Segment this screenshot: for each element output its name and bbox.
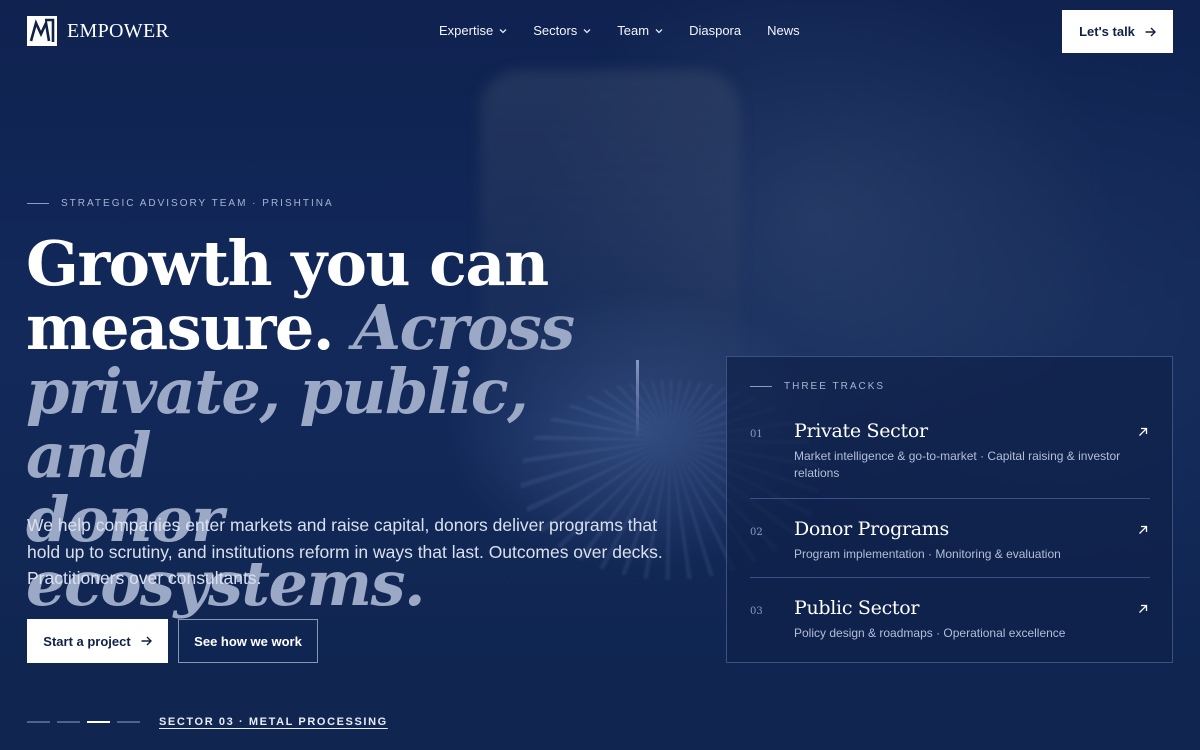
track-description: Market intelligence & go-to-market · Cap… (794, 449, 1121, 480)
brand-logo[interactable]: EMPOWER (27, 16, 169, 46)
track-private-sector[interactable]: 01 Private Sector Market intelligence & … (750, 419, 1150, 499)
lets-talk-button[interactable]: Let's talk (1062, 10, 1173, 53)
headline-line-2-accent: Across (353, 291, 575, 364)
slide-dot-3[interactable] (87, 721, 110, 723)
top-navigation: EMPOWER Expertise Sectors Team Diaspora … (0, 0, 1200, 64)
menu-item-sectors[interactable]: Sectors (533, 23, 591, 38)
track-donor-programs[interactable]: 02 Donor Programs Program implementation… (750, 498, 1150, 578)
menu-item-label: Diaspora (689, 23, 742, 38)
tracks-heading: THREE TRACKS (750, 381, 885, 392)
eyebrow-text: STRATEGIC ADVISORY TEAM · PRISHTINA (61, 198, 334, 209)
track-number: 02 (750, 527, 763, 538)
arrow-right-icon (1145, 27, 1156, 36)
slide-indicator: SECTOR 03 · METAL PROCESSING (27, 716, 388, 728)
menu-item-diaspora[interactable]: Diaspora (689, 23, 741, 38)
chevron-down-icon (499, 28, 507, 33)
track-number: 01 (750, 429, 763, 440)
track-number: 03 (750, 606, 763, 617)
see-how-label: See how we work (194, 633, 302, 649)
menu-item-news[interactable]: News (767, 23, 800, 38)
menu-item-expertise[interactable]: Expertise (439, 23, 507, 38)
chevron-down-icon (655, 28, 663, 33)
empower-logo-icon (27, 16, 57, 46)
track-public-sector[interactable]: 03 Public Sector Policy design & roadmap… (750, 577, 1150, 657)
arrow-up-right-icon (1139, 604, 1148, 613)
arrow-right-icon (141, 636, 152, 646)
track-title: Private Sector (794, 420, 928, 442)
track-description: Program implementation · Monitoring & ev… (794, 547, 1061, 561)
brand-name: EMPOWER (67, 19, 170, 42)
start-project-label: Start a project (43, 633, 131, 649)
track-title: Public Sector (794, 597, 920, 619)
tracks-heading-rule (750, 386, 772, 387)
menu-item-team[interactable]: Team (617, 23, 663, 38)
menu-item-label: News (767, 23, 800, 38)
hero-description: We help companies enter markets and rais… (27, 515, 663, 588)
arrow-up-right-icon (1139, 427, 1148, 436)
slide-dot-4[interactable] (117, 721, 140, 723)
current-slide-label[interactable]: SECTOR 03 · METAL PROCESSING (159, 716, 388, 728)
chevron-down-icon (583, 28, 591, 33)
headline-line-2-plain: measure. (26, 291, 334, 364)
menu-item-label: Expertise (439, 23, 494, 38)
arrow-up-right-icon (1139, 525, 1148, 534)
hero-eyebrow: STRATEGIC ADVISORY TEAM · PRISHTINA (27, 198, 334, 209)
slide-dot-1[interactable] (27, 721, 50, 723)
three-tracks-panel: THREE TRACKS 01 Private Sector Market in… (726, 356, 1173, 663)
slide-dot-2[interactable] (57, 721, 80, 723)
eyebrow-rule (27, 203, 49, 204)
menu-item-label: Sectors (533, 23, 578, 38)
track-description: Policy design & roadmaps · Operational e… (794, 626, 1066, 640)
main-menu: Expertise Sectors Team Diaspora News (439, 23, 800, 38)
start-project-button[interactable]: Start a project (27, 619, 168, 663)
menu-item-label: Team (617, 23, 650, 38)
see-how-we-work-button[interactable]: See how we work (178, 619, 318, 663)
headline-line-3: private, public, and (26, 355, 529, 492)
headline-line-1: Growth you can (26, 227, 549, 300)
track-title: Donor Programs (794, 518, 949, 540)
tracks-heading-text: THREE TRACKS (784, 381, 886, 392)
lets-talk-label: Let's talk (1079, 24, 1135, 39)
